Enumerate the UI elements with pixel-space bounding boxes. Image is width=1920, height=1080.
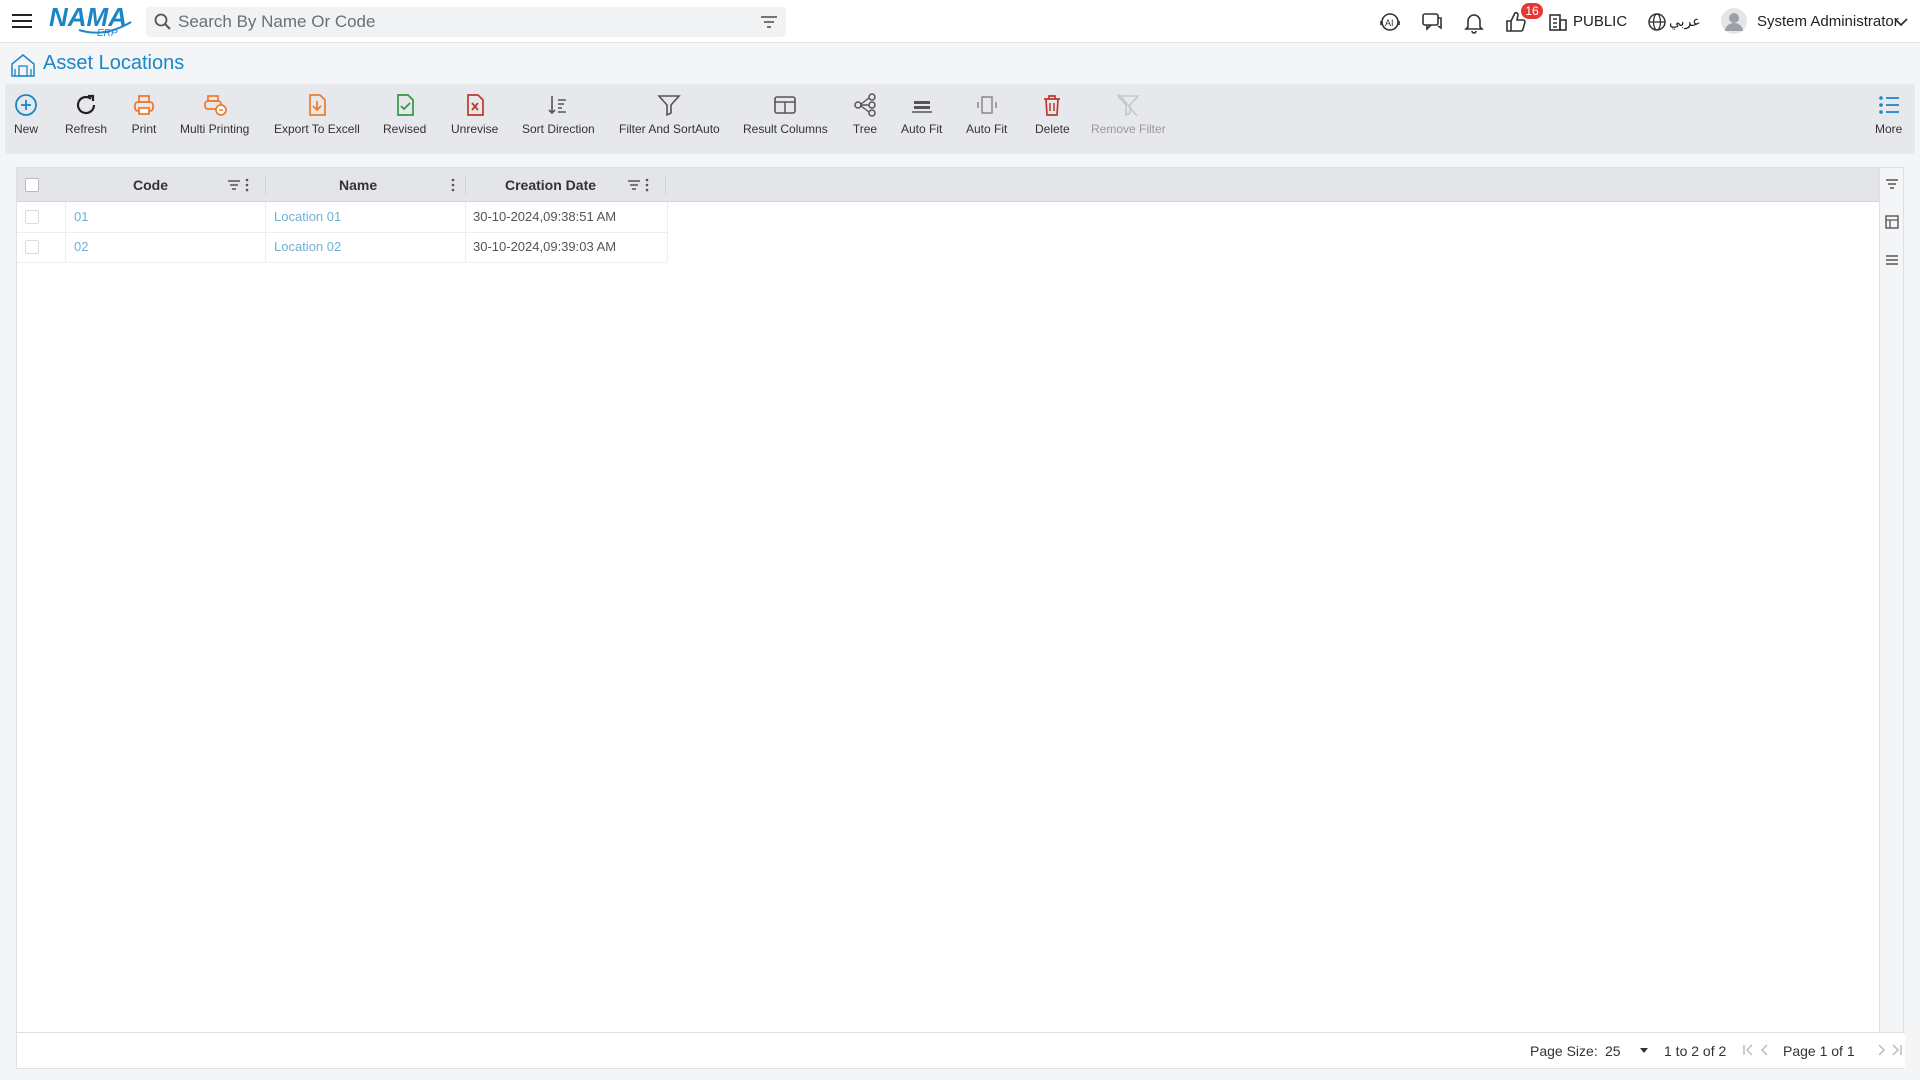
- toolbar: New Refresh Print Multi Printing Export …: [5, 84, 1915, 154]
- cell-divider: [465, 202, 466, 262]
- trash-icon: [1044, 95, 1061, 116]
- file-check-icon: [396, 94, 414, 116]
- page-size-value: 25: [1605, 1043, 1621, 1059]
- export-excel-button[interactable]: Export To Excell: [274, 92, 360, 136]
- asset-location-icon: [11, 54, 35, 77]
- row-creation-date: 30-10-2024,09:38:51 AM: [473, 209, 617, 224]
- caret-down-icon: [1640, 1048, 1648, 1053]
- page-header: Asset Locations: [0, 44, 1920, 82]
- filters-panel-icon[interactable]: [1884, 176, 1900, 192]
- add-circle-icon: [15, 94, 37, 116]
- user-avatar-icon[interactable]: [1721, 8, 1747, 34]
- menu-icon[interactable]: [12, 11, 34, 31]
- last-page-icon[interactable]: [1891, 1043, 1903, 1057]
- page-size-label: Page Size:: [1530, 1043, 1598, 1059]
- ai-assistant-icon[interactable]: AI: [1378, 10, 1402, 34]
- table-row[interactable]: 01 Location 01 30-10-2024,09:38:51 AM: [17, 202, 667, 232]
- row-creation-date: 30-10-2024,09:39:03 AM: [473, 239, 617, 254]
- language-switch[interactable]: عربي: [1669, 13, 1701, 30]
- row-divider: [17, 262, 667, 263]
- svg-text:AI: AI: [1385, 18, 1394, 28]
- search-icon: [154, 13, 171, 30]
- remove-filter-button[interactable]: Remove Filter: [1091, 92, 1166, 136]
- column-menu-icon[interactable]: [243, 177, 251, 193]
- auto-fit-height-icon: [976, 96, 997, 114]
- user-name[interactable]: System Administrator: [1757, 13, 1899, 30]
- cell-divider: [265, 202, 266, 262]
- more-button[interactable]: More: [1875, 92, 1902, 136]
- row-code[interactable]: 01: [74, 209, 88, 224]
- filter-sort-auto-button[interactable]: Filter And SortAuto: [619, 92, 720, 136]
- cell-divider: [65, 202, 66, 262]
- filter-icon[interactable]: [760, 14, 778, 30]
- refresh-icon: [76, 94, 96, 115]
- data-grid: Code Name Creation Date 01 Location 01 3…: [16, 167, 1905, 1069]
- columns-panel-icon[interactable]: [1884, 252, 1900, 268]
- notifications-bell-icon[interactable]: [1462, 10, 1486, 34]
- pivot-table-icon[interactable]: [1884, 214, 1900, 230]
- auto-fit-button[interactable]: Auto Fit: [901, 92, 942, 136]
- chat-icon[interactable]: [1420, 10, 1444, 34]
- list-more-icon: [1878, 96, 1899, 114]
- column-separator[interactable]: [265, 176, 266, 194]
- page-indicator: Page 1 of 1: [1783, 1043, 1855, 1059]
- column-header-name[interactable]: Name: [339, 177, 377, 193]
- auto-fit-width-icon: [911, 101, 932, 113]
- auto-fit-columns-button[interactable]: Auto Fit: [966, 92, 1007, 136]
- new-button[interactable]: New: [13, 92, 39, 136]
- file-x-icon: [466, 94, 484, 116]
- funnel-icon: [657, 95, 682, 117]
- printer-icon: [134, 95, 154, 115]
- notification-count-badge: 16: [1521, 3, 1543, 19]
- row-name[interactable]: Location 02: [274, 239, 341, 254]
- export-file-icon: [309, 94, 326, 116]
- first-page-icon[interactable]: [1742, 1043, 1754, 1057]
- revised-button[interactable]: Revised: [383, 92, 426, 136]
- columns-icon: [774, 96, 797, 114]
- grid-header: Code Name Creation Date: [17, 168, 1881, 202]
- grid-side-panel: [1879, 168, 1903, 1034]
- globe-icon[interactable]: [1645, 10, 1669, 34]
- column-header-creation-date[interactable]: Creation Date: [505, 177, 596, 193]
- building-icon: [1549, 14, 1567, 31]
- row-checkbox[interactable]: [25, 210, 39, 224]
- select-all-checkbox[interactable]: [25, 178, 39, 192]
- page-title: Asset Locations: [43, 52, 185, 74]
- next-page-icon[interactable]: [1876, 1043, 1886, 1057]
- unrevise-button[interactable]: Unrevise: [451, 92, 498, 136]
- cell-divider: [667, 202, 668, 262]
- multi-printer-icon: [203, 95, 227, 116]
- page-size-select[interactable]: 25: [1603, 1039, 1653, 1063]
- previous-page-icon[interactable]: [1760, 1043, 1770, 1057]
- row-checkbox[interactable]: [25, 240, 39, 254]
- global-search: [146, 7, 786, 37]
- remove-filter-icon: [1116, 93, 1141, 117]
- multi-printing-button[interactable]: Multi Printing: [180, 92, 249, 136]
- tree-button[interactable]: Tree: [852, 92, 878, 136]
- column-header-code[interactable]: Code: [133, 177, 168, 193]
- table-row[interactable]: 02 Location 02 30-10-2024,09:39:03 AM: [17, 232, 667, 262]
- refresh-button[interactable]: Refresh: [65, 92, 107, 136]
- branch-label[interactable]: PUBLIC: [1573, 13, 1627, 30]
- sort-direction-button[interactable]: Sort Direction: [522, 92, 595, 136]
- column-menu-icon[interactable]: [643, 177, 651, 193]
- column-separator[interactable]: [465, 176, 466, 194]
- tree-icon: [854, 93, 876, 117]
- delete-button[interactable]: Delete: [1035, 92, 1070, 136]
- row-name[interactable]: Location 01: [274, 209, 341, 224]
- column-filter-icon[interactable]: [226, 177, 242, 193]
- row-code[interactable]: 02: [74, 239, 88, 254]
- column-separator[interactable]: [665, 176, 666, 194]
- record-range: 1 to 2 of 2: [1664, 1043, 1727, 1059]
- column-menu-icon[interactable]: [449, 177, 457, 193]
- grid-footer: Page Size: 25 1 to 2 of 2 Page 1 of 1: [17, 1032, 1905, 1068]
- sort-icon: [548, 96, 567, 115]
- chevron-down-icon[interactable]: [1893, 14, 1909, 30]
- result-columns-button[interactable]: Result Columns: [743, 92, 828, 136]
- top-bar: NAMA ERP AI 16 PUBLIC عربي System Admini…: [0, 0, 1920, 43]
- search-input[interactable]: [178, 12, 738, 32]
- print-button[interactable]: Print: [131, 92, 157, 136]
- nama-erp-logo[interactable]: NAMA ERP: [49, 2, 135, 39]
- column-filter-icon[interactable]: [626, 177, 642, 193]
